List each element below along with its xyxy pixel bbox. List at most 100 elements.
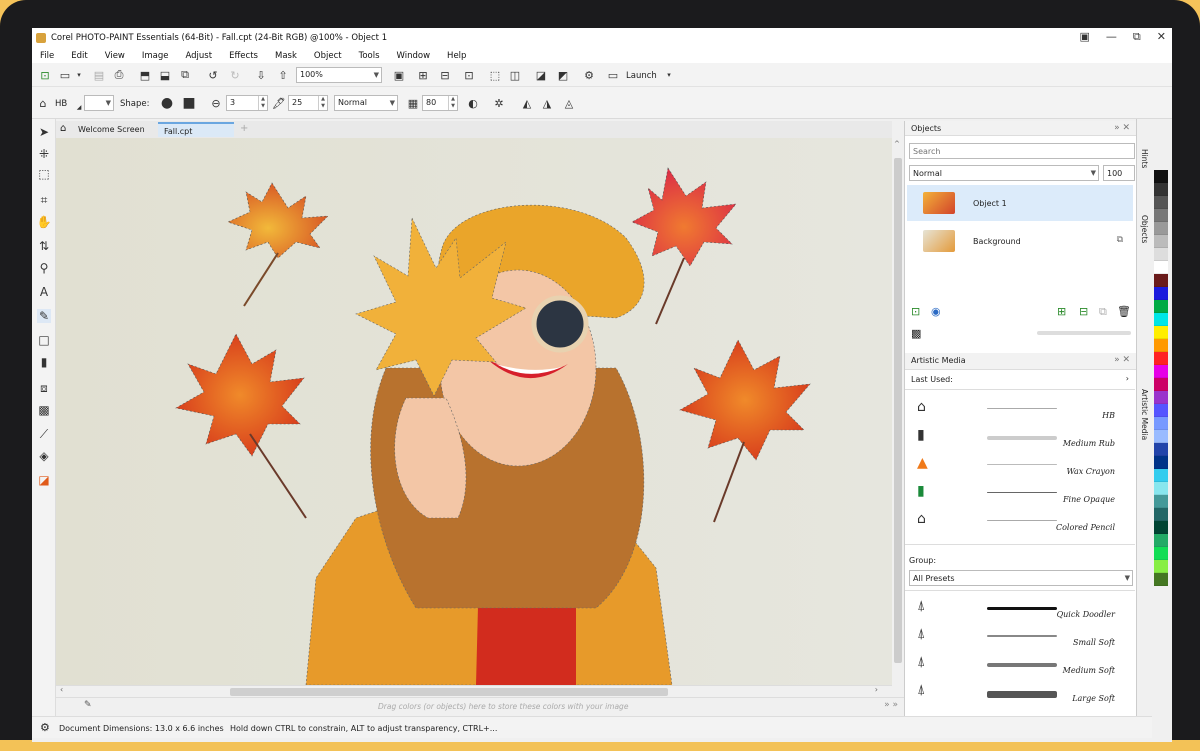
tab-fall-cpt[interactable]: Fall.cpt [158, 122, 234, 137]
launch-app-icon[interactable]: ▭ [606, 68, 620, 82]
brush-picker[interactable]: ▼ [84, 95, 114, 111]
palette-swatch[interactable] [1154, 365, 1168, 378]
text-tool-icon[interactable]: A [37, 285, 51, 299]
home-icon[interactable]: ⌂ [60, 123, 66, 134]
mask-marquee-icon[interactable]: ⬚ [488, 68, 502, 82]
tab-objects[interactable]: Objects [1140, 215, 1149, 243]
palette-swatch[interactable] [1154, 248, 1168, 261]
pan-hand-icon[interactable]: ✋ [37, 215, 52, 229]
stroke-attributes-icon[interactable]: ◬ [562, 96, 576, 110]
combine-objects-icon[interactable]: ⊞ [1057, 305, 1066, 318]
vertical-scroll-thumb[interactable] [894, 158, 902, 663]
square-shape-icon[interactable]: ■ [182, 95, 196, 111]
blend-mode-select[interactable]: Normal ▼ [334, 95, 398, 111]
zoom-fit-icon[interactable]: ▣ [392, 68, 406, 82]
tab-welcome-screen[interactable]: Welcome Screen [72, 122, 151, 137]
options-gear-icon[interactable]: ⚙ [582, 68, 596, 82]
document-color-well[interactable]: ✎ Drag colors (or objects) here to store… [56, 697, 904, 714]
nib-size-field[interactable]: 25 ▲ ▼ [288, 95, 328, 111]
brush-hb[interactable]: ⌂ HB [907, 394, 1117, 422]
menu-tools[interactable]: Tools [359, 51, 380, 61]
palette-swatch[interactable] [1154, 495, 1168, 508]
paint-tool-icon[interactable]: ✎ [37, 309, 51, 323]
horizontal-scroll-thumb[interactable] [230, 688, 668, 696]
preset-large-soft[interactable]: ⍋ Large Soft [907, 677, 1117, 705]
palette-swatch[interactable] [1154, 391, 1168, 404]
brush-preset-icon[interactable]: ⌂ [36, 96, 50, 110]
brush-wax-crayon[interactable]: ▲ Wax Crayon [907, 450, 1117, 478]
menu-effects[interactable]: Effects [229, 51, 258, 61]
palette-swatch[interactable] [1154, 339, 1168, 352]
guidelines-icon[interactable]: ⊡ [462, 68, 476, 82]
eraser-tool-icon[interactable]: ▮ [37, 355, 51, 369]
palette-swatch[interactable] [1154, 443, 1168, 456]
tab-artistic-media[interactable]: Artistic Media [1140, 389, 1149, 440]
menu-adjust[interactable]: Adjust [186, 51, 213, 61]
checker-fill-icon[interactable]: ▩ [37, 403, 51, 417]
panel-collapse-icon[interactable]: » ✕ [1114, 355, 1130, 365]
settings-gear-icon[interactable]: ⚙ [40, 721, 50, 734]
pick-tool-icon[interactable]: ➤ [37, 125, 51, 139]
crop-tool-icon[interactable]: ⌗ [37, 193, 51, 207]
layer-row-background[interactable]: Background ⧉ [907, 223, 1133, 259]
rulers-icon[interactable]: ⊞ [416, 68, 430, 82]
launch-dropdown-icon[interactable]: ▾ [662, 68, 676, 82]
menu-mask[interactable]: Mask [275, 51, 297, 61]
menu-window[interactable]: Window [397, 51, 431, 61]
symmetry-icon[interactable]: ✲ [492, 96, 506, 110]
objects-search-input[interactable] [910, 144, 1134, 158]
size-spinner[interactable]: ▲ ▼ [258, 96, 267, 110]
round-shape-icon[interactable]: ● [160, 95, 174, 111]
grid-icon[interactable]: ⊟ [438, 68, 452, 82]
object-marquee-icon[interactable]: ◩ [556, 68, 570, 82]
mask-overlay-icon[interactable]: ◫ [508, 68, 522, 82]
restore-button[interactable]: ⧉ [1133, 30, 1141, 44]
palette-swatch[interactable] [1154, 560, 1168, 573]
panel-collapse-icon[interactable]: » ✕ [1114, 123, 1130, 133]
group-objects-icon[interactable]: ⧉ [1099, 305, 1107, 319]
import-file-icon[interactable]: ⇩ [254, 68, 268, 82]
close-button[interactable]: ✕ [1157, 30, 1166, 44]
palette-swatch[interactable] [1154, 222, 1168, 235]
brush-colored-pencil[interactable]: ⌂ Colored Pencil [907, 506, 1117, 534]
rectangle-mask-icon[interactable]: ⬚ [37, 167, 51, 181]
save-icon[interactable]: ▤ [92, 68, 106, 82]
layer-row-object-1[interactable]: Object 1 [907, 185, 1133, 221]
size-field[interactable]: 3 ▲ ▼ [226, 95, 268, 111]
group-select[interactable]: All Presets ▼ [909, 570, 1133, 586]
objects-opacity-field[interactable]: 100 [1103, 165, 1135, 181]
transparency-field[interactable]: 80 ▲ ▼ [422, 95, 458, 111]
palette-swatch[interactable] [1154, 534, 1168, 547]
menu-help[interactable]: Help [447, 51, 466, 61]
export-file-icon[interactable]: ⇧ [276, 68, 290, 82]
palette-swatch[interactable] [1154, 417, 1168, 430]
preset-medium-soft[interactable]: ⍋ Medium Soft [907, 649, 1117, 677]
red-eye-icon[interactable]: ⚲ [37, 261, 51, 275]
copy-icon[interactable]: ⧉ [178, 68, 192, 82]
palette-swatch[interactable] [1154, 196, 1168, 209]
open-icon[interactable]: ▭ [58, 68, 72, 82]
open-dropdown-icon[interactable]: ▾ [72, 68, 86, 82]
brush-settings-icon[interactable]: ◭ [520, 96, 534, 110]
palette-swatch[interactable] [1154, 170, 1168, 183]
palette-swatch[interactable] [1154, 469, 1168, 482]
palette-swatch[interactable] [1154, 573, 1168, 586]
color-picker-icon[interactable]: ✎ [84, 700, 92, 710]
brush-medium-rub[interactable]: ▮ Medium Rub [907, 422, 1117, 450]
brush-fine-opaque[interactable]: ▮ Fine Opaque [907, 478, 1117, 506]
rectangle-tool-icon[interactable]: □ [37, 333, 51, 347]
palette-swatch[interactable] [1154, 521, 1168, 534]
minimize-button[interactable]: — [1106, 30, 1117, 44]
crop-icon[interactable]: ◪ [534, 68, 548, 82]
expand-arrows-icon[interactable]: » » [884, 700, 898, 710]
palette-swatch[interactable] [1154, 404, 1168, 417]
export-icon[interactable]: ⬓ [158, 68, 172, 82]
last-used-row[interactable]: Last Used: › [909, 373, 1133, 387]
transparency-spinner[interactable]: ▲ ▼ [448, 96, 457, 110]
menu-object[interactable]: Object [314, 51, 342, 61]
fill-bucket-icon[interactable]: ◈ [37, 449, 51, 463]
palette-swatch[interactable] [1154, 547, 1168, 560]
menu-view[interactable]: View [105, 51, 125, 61]
palette-swatch[interactable] [1154, 274, 1168, 287]
palette-swatch[interactable] [1154, 313, 1168, 326]
